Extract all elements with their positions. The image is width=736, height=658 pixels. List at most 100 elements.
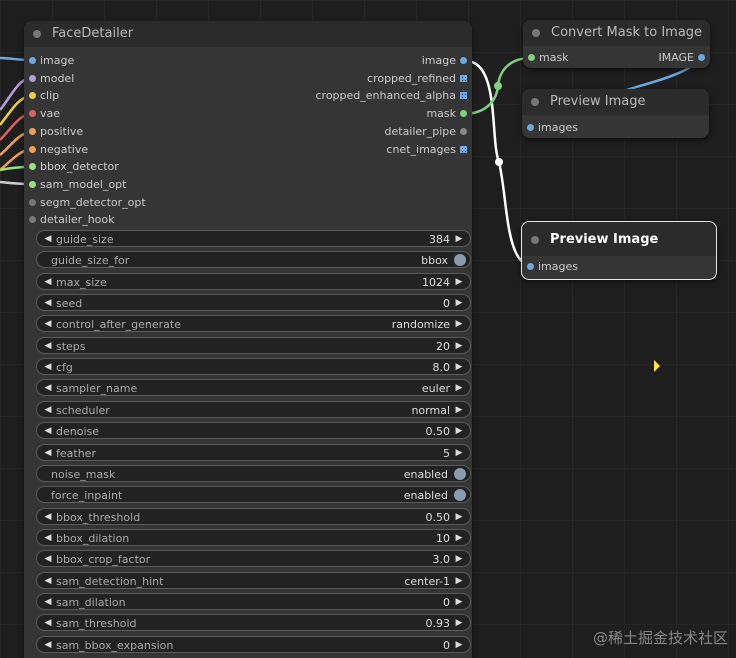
widget-bbox-crop-factor[interactable]: ◀ bbox_crop_factor 3.0 ▶: [36, 550, 471, 568]
input-slot-image[interactable]: image: [24, 53, 74, 69]
preview-image-node-1[interactable]: Preview Image images: [522, 89, 709, 138]
decrement-arrow-icon[interactable]: ◀: [41, 402, 55, 419]
widget-noise-mask[interactable]: noise_mask enabled: [36, 464, 471, 482]
widget-sam-detection-hint[interactable]: ◀ sam_detection_hint center-1 ▶: [36, 571, 471, 590]
decrement-arrow-icon[interactable]: ◀: [41, 615, 55, 632]
widget-seed[interactable]: ◀ seed 0 ▶: [36, 294, 471, 312]
widget-bbox-threshold[interactable]: ◀ bbox_threshold 0.50 ▶: [36, 507, 471, 526]
preview-image-node-2[interactable]: Preview Image images: [521, 221, 717, 280]
increment-arrow-icon[interactable]: ▶: [452, 573, 466, 590]
input-slot-images[interactable]: images: [522, 120, 578, 136]
input-slot-mask[interactable]: mask: [523, 50, 569, 66]
face-detailer-title[interactable]: FaceDetailer: [24, 21, 472, 47]
decrement-arrow-icon[interactable]: ◀: [41, 573, 55, 590]
widget-feather[interactable]: ◀ feather 5 ▶: [36, 443, 471, 462]
increment-arrow-icon[interactable]: ▶: [452, 274, 466, 291]
convert-mask-title[interactable]: Convert Mask to Image: [523, 20, 710, 46]
slot-dot-icon[interactable]: [29, 57, 36, 64]
slot-dot-icon[interactable]: [29, 198, 36, 206]
grid-slot-icon[interactable]: [460, 145, 467, 153]
input-slot-negative[interactable]: negative: [24, 142, 88, 158]
widget-sam-threshold[interactable]: ◀ sam_threshold 0.93 ▶: [36, 614, 471, 632]
increment-arrow-icon[interactable]: ▶: [452, 295, 466, 312]
widget-sampler-name[interactable]: ◀ sampler_name euler ▶: [36, 379, 471, 397]
increment-arrow-icon[interactable]: ▶: [452, 637, 466, 654]
slot-dot-icon[interactable]: [460, 57, 467, 64]
increment-arrow-icon[interactable]: ▶: [452, 445, 466, 462]
widget-sam-bbox-expansion[interactable]: ◀ sam_bbox_expansion 0 ▶: [36, 635, 471, 654]
input-slot-vae[interactable]: vae: [24, 106, 60, 122]
slot-dot-icon[interactable]: [29, 127, 36, 135]
increment-arrow-icon[interactable]: ▶: [452, 316, 466, 333]
slot-dot-icon[interactable]: [460, 127, 467, 135]
decrement-arrow-icon[interactable]: ◀: [41, 295, 55, 312]
toggle-knob-icon[interactable]: [454, 467, 466, 480]
decrement-arrow-icon[interactable]: ◀: [41, 423, 55, 440]
slot-dot-icon[interactable]: [528, 54, 535, 61]
slot-dot-icon[interactable]: [29, 145, 36, 153]
increment-arrow-icon[interactable]: ▶: [452, 380, 466, 397]
grid-slot-icon[interactable]: [460, 92, 467, 100]
slot-dot-icon[interactable]: [29, 180, 36, 188]
decrement-arrow-icon[interactable]: ◀: [41, 509, 55, 526]
decrement-arrow-icon[interactable]: ◀: [41, 551, 55, 568]
output-slot-cropped-enhanced-alpha[interactable]: cropped_enhanced_alpha: [316, 88, 473, 104]
increment-arrow-icon[interactable]: ▶: [452, 551, 466, 568]
widget-cfg[interactable]: ◀ cfg 8.0 ▶: [36, 358, 471, 376]
input-slot-bbox-detector[interactable]: bbox_detector: [24, 159, 119, 175]
output-slot-image[interactable]: IMAGE: [658, 50, 710, 66]
increment-arrow-icon[interactable]: ▶: [452, 615, 466, 632]
decrement-arrow-icon[interactable]: ◀: [41, 359, 55, 376]
grid-slot-icon[interactable]: [460, 74, 467, 82]
increment-arrow-icon[interactable]: ▶: [452, 359, 466, 376]
output-slot-cropped-refined[interactable]: cropped_refined: [367, 71, 472, 87]
preview-title-1[interactable]: Preview Image: [522, 89, 709, 115]
slot-dot-icon[interactable]: [527, 263, 534, 270]
toggle-knob-icon[interactable]: [454, 489, 466, 502]
input-slot-segm-detector-opt[interactable]: segm_detector_opt: [24, 195, 146, 211]
decrement-arrow-icon[interactable]: ◀: [41, 231, 55, 248]
collapse-dot-icon[interactable]: [531, 236, 539, 244]
widget-sam-dilation[interactable]: ◀ sam_dilation 0 ▶: [36, 592, 471, 611]
increment-arrow-icon[interactable]: ▶: [452, 530, 466, 547]
increment-arrow-icon[interactable]: ▶: [452, 509, 466, 526]
output-slot-detailer-pipe[interactable]: detailer_pipe: [385, 124, 473, 140]
increment-arrow-icon[interactable]: ▶: [452, 402, 466, 419]
decrement-arrow-icon[interactable]: ◀: [41, 380, 55, 397]
slot-dot-icon[interactable]: [29, 74, 36, 82]
slot-dot-icon[interactable]: [29, 92, 36, 100]
decrement-arrow-icon[interactable]: ◀: [41, 316, 55, 333]
output-slot-image[interactable]: image: [422, 53, 472, 69]
input-slot-model[interactable]: model: [24, 71, 74, 87]
increment-arrow-icon[interactable]: ▶: [452, 423, 466, 440]
decrement-arrow-icon[interactable]: ◀: [41, 274, 55, 291]
output-slot-cnet-images[interactable]: cnet_images: [386, 142, 472, 158]
widget-force-inpaint[interactable]: force_inpaint enabled: [36, 486, 471, 504]
widget-bbox-dilation[interactable]: ◀ bbox_dilation 10 ▶: [36, 528, 471, 547]
input-slot-detailer-hook[interactable]: detailer_hook: [24, 212, 115, 228]
widget-control-after-generate[interactable]: ◀ control_after_generate randomize ▶: [36, 315, 471, 333]
convert-mask-node[interactable]: Convert Mask to Image mask IMAGE: [523, 20, 710, 68]
decrement-arrow-icon[interactable]: ◀: [41, 445, 55, 462]
input-slot-images[interactable]: images: [522, 259, 578, 275]
slot-dot-icon[interactable]: [29, 163, 36, 171]
widget-denoise[interactable]: ◀ denoise 0.50 ▶: [36, 422, 471, 440]
collapse-dot-icon[interactable]: [33, 30, 41, 38]
widget-guide-size[interactable]: ◀ guide_size 384 ▶: [36, 230, 471, 247]
decrement-arrow-icon[interactable]: ◀: [41, 594, 55, 611]
decrement-arrow-icon[interactable]: ◀: [41, 637, 55, 654]
toggle-knob-icon[interactable]: [454, 254, 466, 267]
slot-dot-icon[interactable]: [29, 110, 36, 118]
slot-dot-icon[interactable]: [29, 216, 36, 224]
increment-arrow-icon[interactable]: ▶: [452, 231, 466, 248]
collapse-dot-icon[interactable]: [532, 29, 540, 37]
widget-scheduler[interactable]: ◀ scheduler normal ▶: [36, 400, 471, 419]
input-slot-sam-model-opt[interactable]: sam_model_opt: [24, 177, 126, 193]
output-slot-mask[interactable]: mask: [426, 106, 472, 122]
decrement-arrow-icon[interactable]: ◀: [41, 338, 55, 355]
slot-dot-icon[interactable]: [460, 110, 467, 118]
slot-dot-icon[interactable]: [527, 124, 534, 131]
slot-dot-icon[interactable]: [698, 54, 705, 61]
increment-arrow-icon[interactable]: ▶: [452, 338, 466, 355]
input-slot-clip[interactable]: clip: [24, 88, 59, 104]
